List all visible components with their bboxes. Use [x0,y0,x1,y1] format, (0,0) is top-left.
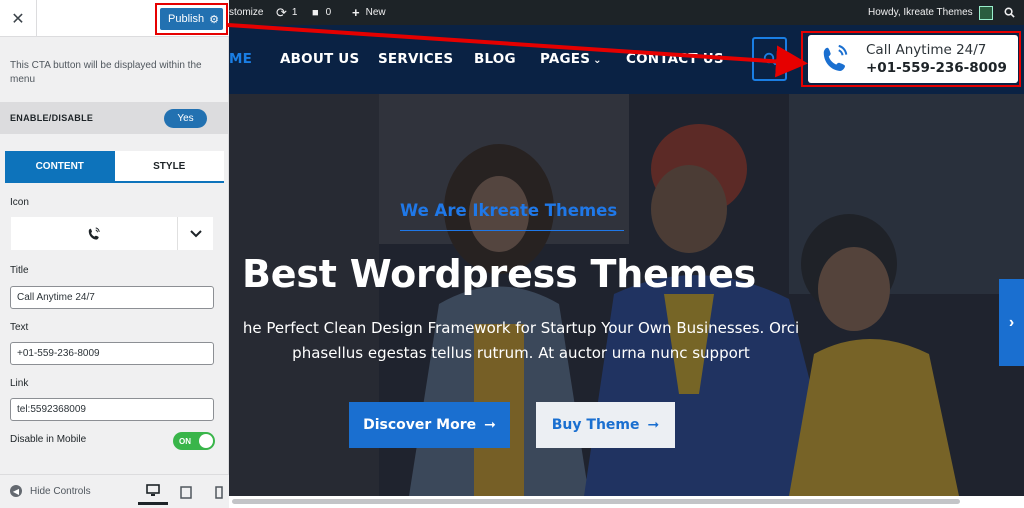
search-icon [763,52,776,66]
comments-count: 0 [325,7,332,18]
phone-volume-icon [812,37,858,81]
text-input[interactable]: +01-559-236-8009 [10,342,214,365]
admin-bar: stomize ⟳ 1 ■ 0 + New Howdy, Ikreate The… [229,0,1024,25]
tab-style[interactable]: STYLE [114,151,224,181]
enable-disable-row: ENABLE/DISABLE Yes [0,102,229,134]
close-icon: ✕ [11,10,25,28]
updates-count: 1 [291,7,298,18]
customizer-panel: ✕ Publish ⚙ This CTA button will be disp… [0,0,229,508]
tab-content[interactable]: CONTENT [5,151,115,181]
buy-theme-label: Buy Theme [551,417,640,433]
link-label: Link [10,378,29,389]
discover-more-button[interactable]: Discover More ➞ [349,402,510,448]
title-label: Title [10,265,29,276]
nav-about[interactable]: ABOUT US [280,51,359,67]
publish-button[interactable]: Publish ⚙ [160,8,223,30]
icon-select[interactable] [10,216,214,251]
desktop-preview-button[interactable] [138,479,168,505]
header-search-button[interactable] [752,37,787,81]
toggle-state: ON [179,436,191,446]
icon-label: Icon [10,197,29,208]
nav-pages[interactable]: PAGES ⌄ [540,51,602,67]
enable-toggle-button[interactable]: Yes [164,109,207,128]
avatar [978,5,993,20]
mobile-icon [215,485,223,499]
search-icon[interactable] [1004,0,1015,25]
settings-tabs: CONTENT STYLE [5,151,224,183]
arrow-right-icon: ➞ [484,417,496,433]
phone-volume-icon [11,217,177,250]
link-input[interactable]: tel:5592368009 [10,398,214,421]
updates-link[interactable]: ⟳ 1 [276,0,297,25]
comments-link[interactable]: ■ 0 [312,0,331,25]
hero-subtitle: he Perfect Clean Design Framework for St… [221,316,821,366]
buy-theme-button[interactable]: Buy Theme ➞ [536,402,675,448]
chevron-down-icon: ⌄ [593,55,602,66]
discover-more-label: Discover More [363,417,477,433]
disable-mobile-toggle[interactable]: ON [173,432,215,450]
title-input[interactable]: Call Anytime 24/7 [10,286,214,309]
nav-blog[interactable]: BLOG [474,51,516,67]
publish-label: Publish [168,13,205,25]
account-menu[interactable]: Howdy, Ikreate Themes [868,0,993,25]
tablet-icon [180,485,192,499]
cta-title: Call Anytime 24/7 [866,42,987,58]
hide-controls-button[interactable]: ◀ Hide Controls [10,485,91,497]
comment-icon: ■ [312,6,319,19]
arrow-right-icon: ➞ [647,417,660,433]
tagline-underline [400,230,624,231]
nav-contact[interactable]: CONTACT US [626,51,724,67]
cta-description: This CTA button will be displayed within… [10,60,202,85]
header-cta-button[interactable]: Call Anytime 24/7 +01-559-236-8009 [808,35,1018,83]
horizontal-scrollbar[interactable] [232,499,960,504]
hero-tagline: We Are Ikreate Themes [400,201,618,220]
enable-disable-label: ENABLE/DISABLE [10,113,94,123]
gear-icon[interactable]: ⚙ [209,13,219,26]
toggle-knob [199,434,213,448]
new-link[interactable]: + New [352,0,386,25]
howdy-label: Howdy, Ikreate Themes [868,7,973,18]
publish-highlight: Publish ⚙ [155,3,228,35]
hero-subtitle-line-1: he Perfect Clean Design Framework for St… [242,319,800,337]
cta-phone: +01-559-236-8009 [866,60,1007,76]
close-button[interactable]: ✕ [0,0,37,37]
text-label: Text [10,322,29,333]
mobile-preview-button[interactable] [204,479,234,505]
nav-pages-label: PAGES [540,51,591,67]
panel-footer: ◀ Hide Controls [0,474,229,508]
slider-next-button[interactable]: › [999,279,1024,366]
customize-link[interactable]: stomize [229,0,263,25]
chevron-right-icon: › [1008,313,1015,331]
desktop-icon [146,484,160,496]
chevron-down-icon[interactable] [177,217,213,250]
tablet-preview-button[interactable] [171,479,201,505]
hero-subtitle-line-2: phasellus egestas tellus rutrum. At auct… [292,344,750,362]
collapse-icon: ◀ [10,485,22,497]
new-label: New [365,7,386,18]
disable-mobile-label: Disable in Mobile [10,434,87,445]
plus-icon: + [352,5,360,20]
updates-icon: ⟳ [276,4,287,20]
nav-services[interactable]: SERVICES [378,51,453,67]
hero-title: Best Wordpress Themes [242,252,757,296]
hide-controls-label: Hide Controls [30,485,91,497]
panel-header: ✕ Publish ⚙ [0,0,229,37]
nav-home[interactable]: ME [229,51,252,67]
